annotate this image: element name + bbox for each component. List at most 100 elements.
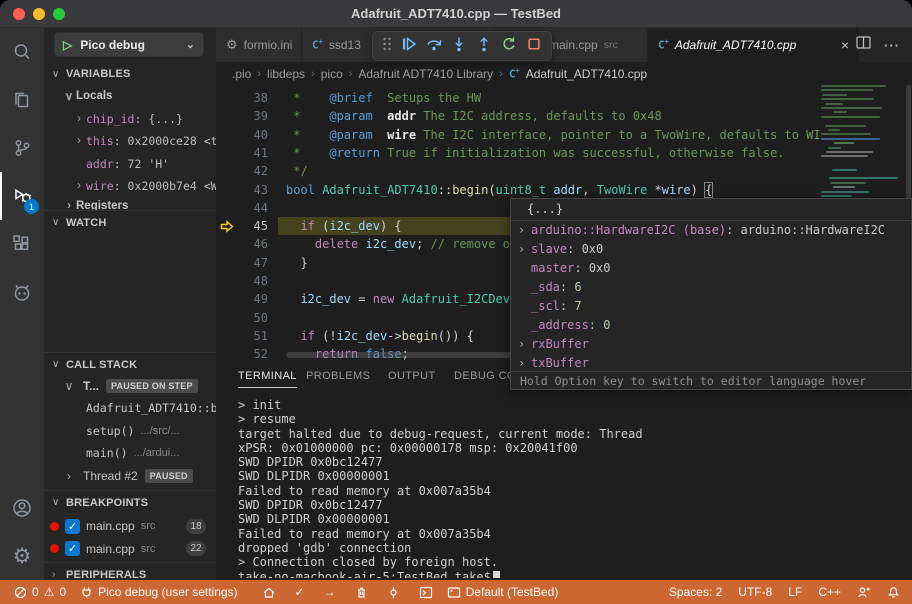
panel-tab-problems[interactable]: PROBLEMS <box>306 370 370 382</box>
minimap-line <box>821 116 880 118</box>
variables-section-header[interactable]: ∨ VARIABLES <box>44 62 216 86</box>
breakpoint-checkbox[interactable]: ✓ <box>65 519 80 534</box>
panel-tab-terminal[interactable]: TERMINAL <box>238 370 297 388</box>
minimap-line <box>821 85 886 87</box>
variable-wire[interactable]: ›wire: 0x2000b7e4 <W… <box>44 175 216 197</box>
split-editor-icon[interactable] <box>856 36 872 55</box>
eol-status[interactable]: LF <box>788 585 802 599</box>
watch-section-header[interactable]: ∨ WATCH <box>44 210 216 234</box>
breakpoint-line-badge: 22 <box>186 541 206 556</box>
terminal-line: > init <box>238 398 908 412</box>
pio-clean-icon[interactable] <box>355 586 368 599</box>
terminal-line: > Connection closed by foreign host. <box>238 555 908 569</box>
hover-row-txBuffer[interactable]: ›txBuffer <box>511 354 911 371</box>
code-line-38[interactable]: 38 * @brief Setups the HW <box>216 89 912 108</box>
terminal-output[interactable]: > init> resumetarget halted due to debug… <box>238 398 908 578</box>
code-line-43[interactable]: 43bool Adafruit_ADT7410::begin(uint8_t a… <box>216 181 912 200</box>
encoding-status[interactable]: UTF-8 <box>738 585 772 599</box>
close-window-button[interactable] <box>13 8 25 20</box>
debug-config-dropdown[interactable]: ▷ Pico debug ⌄ <box>54 32 204 57</box>
minimap-line <box>821 89 873 91</box>
step-into-icon[interactable] <box>451 36 467 57</box>
start-debug-icon[interactable]: ▷ <box>63 38 72 52</box>
pio-home-icon[interactable] <box>262 586 276 599</box>
hover-row-_address[interactable]: _address: 0 <box>511 316 911 335</box>
language-mode-status[interactable]: C++ <box>818 585 841 599</box>
hover-row-slave[interactable]: ›slave: 0x0 <box>511 240 911 259</box>
code-line-42[interactable]: 42 */ <box>216 162 912 181</box>
peripherals-section-header[interactable]: › PERIPHERALS <box>44 562 216 580</box>
code-line-41[interactable]: 41 * @return True if initialization was … <box>216 144 912 163</box>
breadcrumb-item[interactable]: .pio <box>232 67 251 81</box>
thread-2-row[interactable]: › Thread #2 PAUSED <box>44 465 216 487</box>
pio-build-icon[interactable]: ✓ <box>295 585 305 599</box>
breakpoint-row[interactable]: ✓main.cppsrc22 <box>44 538 216 560</box>
search-icon[interactable] <box>0 28 44 76</box>
breadcrumb-item[interactable]: Adafruit_ADT7410.cpp <box>526 67 647 81</box>
breadcrumb-item[interactable]: Adafruit ADT7410 Library <box>358 67 493 81</box>
hover-row-arduino-HardwareI2C-base-[interactable]: ›arduino::HardwareI2C (base): arduino::H… <box>511 221 911 240</box>
code-line-39[interactable]: 39 * @param addr The I2C address, defaul… <box>216 107 912 126</box>
hover-row-rxBuffer[interactable]: ›rxBuffer <box>511 335 911 354</box>
variable-chip_id[interactable]: ›chip_id: {...} <box>44 108 216 130</box>
account-icon[interactable] <box>0 484 44 532</box>
stack-frame[interactable]: setup().../src/... <box>44 420 216 442</box>
notifications-bell-icon[interactable] <box>887 586 900 599</box>
hover-row-master[interactable]: master: 0x0 <box>511 259 911 278</box>
minimize-window-button[interactable] <box>33 8 45 20</box>
feedback-icon[interactable] <box>857 586 871 599</box>
toolbar-drag-handle[interactable] <box>382 36 392 57</box>
hover-row-_sda[interactable]: _sda: 6 <box>511 278 911 297</box>
zoom-window-button[interactable] <box>53 8 65 20</box>
panel-tab-output[interactable]: OUTPUT <box>388 370 436 382</box>
variable-addr[interactable]: addr: 72 'H' <box>44 153 216 175</box>
pio-upload-icon[interactable]: → <box>324 585 336 599</box>
pio-terminal-icon[interactable] <box>419 586 433 599</box>
project-env-status[interactable]: Default (TestBed) <box>447 585 559 599</box>
extensions-icon[interactable] <box>0 220 44 268</box>
restart-icon[interactable] <box>501 36 517 57</box>
problems-status[interactable]: 0 ⚠ 0 <box>14 585 66 599</box>
code-text: * @return True if initialization was suc… <box>286 144 785 162</box>
settings-gear-icon[interactable]: ⚙ <box>0 532 44 580</box>
variable-this[interactable]: ›this: 0x2000ce28 <t… <box>44 130 216 152</box>
thread-1-row[interactable]: ∨ T... PAUSED ON STEP <box>44 375 216 397</box>
explorer-icon[interactable] <box>0 76 44 124</box>
breadcrumb-item[interactable]: libdeps <box>267 67 305 81</box>
continue-icon[interactable] <box>401 36 417 57</box>
step-out-icon[interactable] <box>476 36 492 57</box>
platformio-icon[interactable] <box>0 268 44 316</box>
minimap-line <box>825 103 843 105</box>
source-control-icon[interactable] <box>0 124 44 172</box>
chevron-down-icon: ⌄ <box>186 38 195 51</box>
tab-formio-ini[interactable]: ⚙ formio.ini <box>216 28 302 62</box>
breakpoint-row[interactable]: ✓main.cppsrc18 <box>44 515 216 537</box>
ini-file-icon: ⚙ <box>226 37 238 53</box>
breakpoints-section-header[interactable]: ∨ BREAKPOINTS <box>44 490 216 514</box>
variable-hover-tooltip: {...} ›arduino::HardwareI2C (base): ardu… <box>510 198 912 390</box>
code-line-40[interactable]: 40 * @param wire The I2C interface, poin… <box>216 126 912 145</box>
tab-adafruit-adt7410-cpp[interactable]: C+ Adafruit_ADT7410.cpp × <box>648 28 860 62</box>
activity-bar: 1 ⚙ <box>0 28 44 580</box>
minimap-line <box>830 182 866 184</box>
hover-row-_scl[interactable]: _scl: 7 <box>511 297 911 316</box>
minimap-line <box>821 195 852 197</box>
step-over-icon[interactable] <box>426 36 442 57</box>
call-stack-section-header[interactable]: ∨ CALL STACK <box>44 352 216 376</box>
locals-scope[interactable]: ∨ Locals <box>44 85 216 107</box>
warning-icon: ⚠ <box>44 586 55 598</box>
stack-frame[interactable]: main().../ardui... <box>44 442 216 464</box>
traffic-lights <box>13 8 65 20</box>
indentation-status[interactable]: Spaces: 2 <box>669 585 722 599</box>
pio-serial-monitor-icon[interactable] <box>387 586 400 599</box>
run-and-debug-icon[interactable]: 1 <box>0 172 44 220</box>
breadcrumb-item[interactable]: pico <box>321 67 343 81</box>
more-actions-icon[interactable]: ··· <box>884 38 900 53</box>
stop-icon[interactable] <box>526 36 542 57</box>
debug-config-status[interactable]: Pico debug (user settings) <box>80 585 237 599</box>
terminal-line: xPSR: 0x01000000 pc: 0x00000178 msp: 0x2… <box>238 441 908 455</box>
line-number: 44 <box>216 199 268 217</box>
stack-frame[interactable]: Adafruit_ADT7410::be <box>44 397 216 419</box>
vscode-window: Adafruit_ADT7410.cpp — TestBed 1 ⚙ <box>0 0 912 604</box>
breakpoint-checkbox[interactable]: ✓ <box>65 541 80 556</box>
